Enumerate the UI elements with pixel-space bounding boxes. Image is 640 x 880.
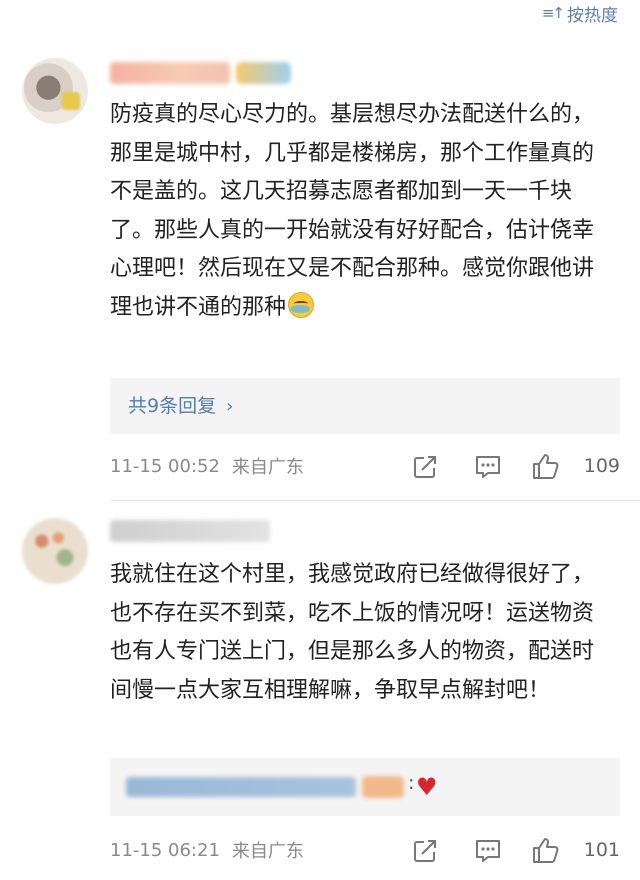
share-button[interactable]	[412, 838, 438, 864]
sort-toggle[interactable]: ≡↑ 按热度	[542, 0, 618, 26]
reply-username-blurred[interactable]	[126, 777, 356, 797]
avatar[interactable]	[22, 518, 88, 584]
divider	[110, 500, 640, 501]
sort-label: 按热度	[567, 5, 618, 26]
like-button[interactable]	[530, 836, 560, 864]
comment-icon	[476, 840, 500, 862]
thumbs-up-icon	[533, 454, 559, 479]
sort-icon: ≡↑	[541, 4, 565, 22]
comment-text: 防疫真的尽心尽力的。基层想尽办法配送什么的，那里是城中村，几乎都是楼梯房，那个工…	[110, 102, 595, 320]
comment-text: 我就住在这个村里，我感觉政府已经做得很好了，也不存在买不到菜，吃不上饭的情况呀！…	[110, 562, 595, 703]
like-count: 101	[583, 839, 620, 861]
reply-preview-box[interactable]: : ♥	[110, 758, 620, 816]
username-blurred[interactable]	[110, 62, 230, 84]
chevron-right-icon: ›	[226, 396, 234, 417]
comment-icon	[476, 456, 500, 478]
view-replies-link[interactable]: 共9条回复 ›	[128, 378, 233, 435]
like-button[interactable]	[530, 452, 560, 480]
share-icon	[414, 840, 436, 862]
username-blurred[interactable]	[110, 520, 270, 542]
share-button[interactable]	[412, 454, 438, 480]
thumbs-up-icon	[533, 838, 559, 863]
user-badge-icon	[236, 62, 291, 84]
reply-separator: :	[408, 772, 415, 794]
heart-icon: ♥	[416, 773, 438, 801]
like-count: 109	[583, 455, 620, 477]
comment-meta: 11-15 00:52 来自广东 109	[110, 446, 620, 486]
share-icon	[414, 456, 436, 478]
avatar[interactable]	[22, 58, 88, 124]
laugh-cry-emoji-icon	[288, 291, 315, 318]
reply-user-badge-icon	[362, 776, 404, 798]
reply-summary-box[interactable]: 共9条回复 ›	[110, 378, 620, 434]
reply-button[interactable]	[474, 838, 502, 864]
comment-meta: 11-15 06:21 来自广东 101	[110, 830, 620, 870]
reply-button[interactable]	[474, 454, 502, 480]
